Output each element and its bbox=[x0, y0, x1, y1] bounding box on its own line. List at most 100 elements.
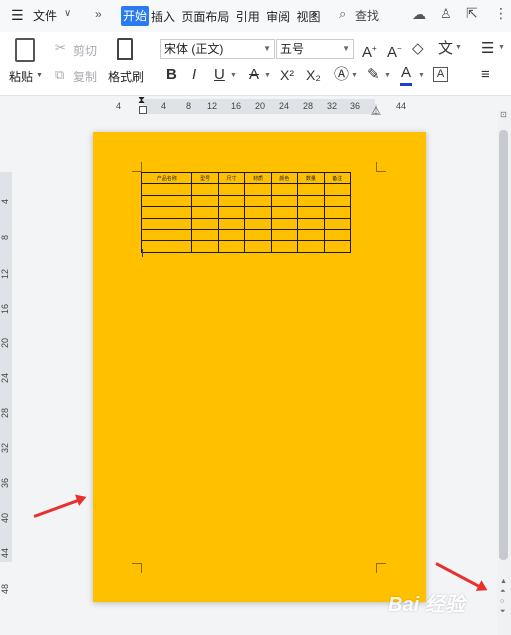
more-icon[interactable]: ⋮ bbox=[494, 5, 508, 22]
table-cell[interactable] bbox=[244, 194, 272, 208]
vertical-scrollbar[interactable]: ⊡ ▲ ⏶ ○ ⏷ bbox=[497, 110, 511, 635]
scrollbar-thumb[interactable] bbox=[499, 130, 508, 560]
table-cell[interactable] bbox=[140, 194, 193, 208]
format-painter-button[interactable]: 格式刷 bbox=[108, 68, 144, 85]
cut-button[interactable]: 剪切 bbox=[73, 42, 97, 59]
table-cell[interactable] bbox=[217, 206, 246, 219]
table-cell[interactable] bbox=[323, 183, 352, 196]
scissors-icon[interactable]: ✂ bbox=[55, 40, 66, 56]
paste-dropdown-icon[interactable]: ▼ bbox=[36, 72, 43, 79]
font-color-icon[interactable]: A bbox=[401, 64, 411, 82]
table-cell[interactable] bbox=[323, 194, 352, 208]
cloud-icon[interactable]: ☁ bbox=[412, 6, 426, 23]
table-cell[interactable] bbox=[323, 206, 352, 219]
table-header-cell[interactable]: 产品名称 bbox=[140, 171, 193, 185]
table-cell[interactable] bbox=[270, 217, 299, 230]
table-cell[interactable] bbox=[270, 183, 299, 196]
hamburger-menu-icon[interactable]: ☰ bbox=[11, 8, 24, 22]
align-left-icon[interactable]: ≡ bbox=[481, 66, 490, 84]
table-cell[interactable] bbox=[270, 228, 299, 242]
table-cell[interactable] bbox=[244, 183, 272, 196]
chevron-down-icon[interactable]: ▼ bbox=[230, 72, 237, 79]
user-share-icon[interactable]: ♙ bbox=[440, 6, 452, 22]
copy-icon[interactable]: ⧉ bbox=[55, 67, 64, 83]
table-cell[interactable] bbox=[217, 183, 246, 196]
character-border-icon[interactable]: A bbox=[433, 67, 448, 82]
indent-marker-icon[interactable]: ⧗ bbox=[138, 96, 145, 106]
prev-page-icon[interactable]: ⏶ bbox=[500, 588, 506, 596]
scroll-up-icon[interactable]: ⊡ bbox=[500, 110, 507, 119]
table-cell[interactable] bbox=[297, 240, 325, 253]
strikethrough-icon[interactable]: A bbox=[249, 66, 259, 84]
more-tabs-icon[interactable]: » bbox=[95, 7, 102, 21]
tab-review[interactable]: 审阅 bbox=[266, 10, 290, 24]
document-table[interactable]: 产品名称 型号 尺寸 材质 颜色 数量 备注 bbox=[140, 171, 352, 253]
table-cell[interactable] bbox=[191, 206, 219, 219]
table-header-cell[interactable]: 颜色 bbox=[270, 171, 299, 185]
search-label[interactable]: 查找 bbox=[355, 8, 379, 24]
chevron-down-icon[interactable]: ∨ bbox=[64, 8, 71, 19]
table-cell[interactable] bbox=[323, 228, 352, 242]
table-cell[interactable] bbox=[191, 228, 219, 242]
increase-font-icon[interactable]: A+ bbox=[362, 40, 377, 62]
next-page-icon[interactable]: ⏷ bbox=[500, 608, 506, 616]
indent-marker-icon[interactable] bbox=[139, 106, 147, 114]
table-cell[interactable] bbox=[323, 240, 352, 253]
table-cell[interactable] bbox=[140, 228, 193, 242]
table-cell[interactable] bbox=[270, 194, 299, 208]
chevron-down-icon[interactable]: ▼ bbox=[384, 72, 391, 79]
table-cell[interactable] bbox=[191, 240, 219, 253]
font-size-select[interactable]: 五号 ▼ bbox=[276, 39, 354, 59]
chevron-down-icon[interactable]: ▼ bbox=[351, 72, 358, 79]
italic-button[interactable]: I bbox=[192, 66, 196, 84]
paste-icon[interactable] bbox=[15, 38, 35, 62]
table-cell[interactable] bbox=[217, 194, 246, 208]
table-cell[interactable] bbox=[270, 206, 299, 219]
clear-format-icon[interactable]: ◇ bbox=[412, 40, 424, 58]
tab-references[interactable]: 引用 bbox=[236, 10, 260, 24]
paste-button[interactable]: 粘贴 bbox=[9, 68, 33, 85]
table-cell[interactable] bbox=[244, 206, 272, 219]
table-cell[interactable] bbox=[297, 228, 325, 242]
table-cell[interactable] bbox=[244, 217, 272, 230]
chevron-right-icon[interactable]: › bbox=[313, 8, 317, 20]
table-cell[interactable] bbox=[217, 217, 246, 230]
table-cell[interactable] bbox=[297, 217, 325, 230]
share-icon[interactable]: ⇱ bbox=[466, 5, 478, 22]
table-cell[interactable] bbox=[140, 183, 193, 196]
table-header-cell[interactable]: 备注 bbox=[323, 171, 352, 185]
chevron-down-icon[interactable]: ▼ bbox=[418, 72, 425, 79]
table-cell[interactable] bbox=[297, 194, 325, 208]
table-cell[interactable] bbox=[297, 206, 325, 219]
tab-insert[interactable]: 插入 bbox=[151, 10, 175, 24]
file-menu[interactable]: 文件 bbox=[33, 8, 57, 24]
chevron-down-icon[interactable]: ▼ bbox=[264, 72, 271, 79]
format-painter-icon[interactable] bbox=[117, 38, 133, 60]
table-cell[interactable] bbox=[244, 228, 272, 242]
tab-page-layout[interactable]: 页面布局 bbox=[181, 10, 229, 24]
table-header-cell[interactable]: 数量 bbox=[297, 171, 325, 185]
table-cell[interactable] bbox=[270, 240, 299, 253]
bullets-icon[interactable]: ☰ bbox=[481, 40, 494, 58]
search-icon[interactable]: ⌕ bbox=[339, 6, 346, 22]
font-name-select[interactable]: 宋体 (正文) ▼ bbox=[160, 39, 275, 59]
table-header-cell[interactable]: 型号 bbox=[191, 171, 219, 185]
underline-button[interactable]: U bbox=[214, 66, 225, 84]
table-header-cell[interactable]: 尺寸 bbox=[217, 171, 246, 185]
chevron-down-icon[interactable]: ▼ bbox=[455, 44, 462, 51]
table-cell[interactable] bbox=[140, 206, 193, 219]
indent-marker-icon[interactable]: ⏅ bbox=[371, 102, 381, 117]
bold-button[interactable]: B bbox=[166, 66, 177, 84]
tab-start[interactable]: 开始 bbox=[121, 6, 149, 26]
table-cell[interactable] bbox=[191, 217, 219, 230]
superscript-button[interactable]: X² bbox=[280, 66, 294, 84]
table-cell[interactable] bbox=[323, 217, 352, 230]
table-cell[interactable] bbox=[140, 240, 193, 253]
table-cell[interactable] bbox=[140, 217, 193, 230]
highlight-icon[interactable]: ✎ bbox=[367, 66, 380, 84]
select-browse-icon[interactable]: ○ bbox=[500, 598, 504, 605]
table-cell[interactable] bbox=[217, 240, 246, 253]
subscript-button[interactable]: X₂ bbox=[306, 66, 321, 84]
table-cell[interactable] bbox=[191, 194, 219, 208]
chevron-down-icon[interactable]: ▼ bbox=[498, 44, 505, 51]
